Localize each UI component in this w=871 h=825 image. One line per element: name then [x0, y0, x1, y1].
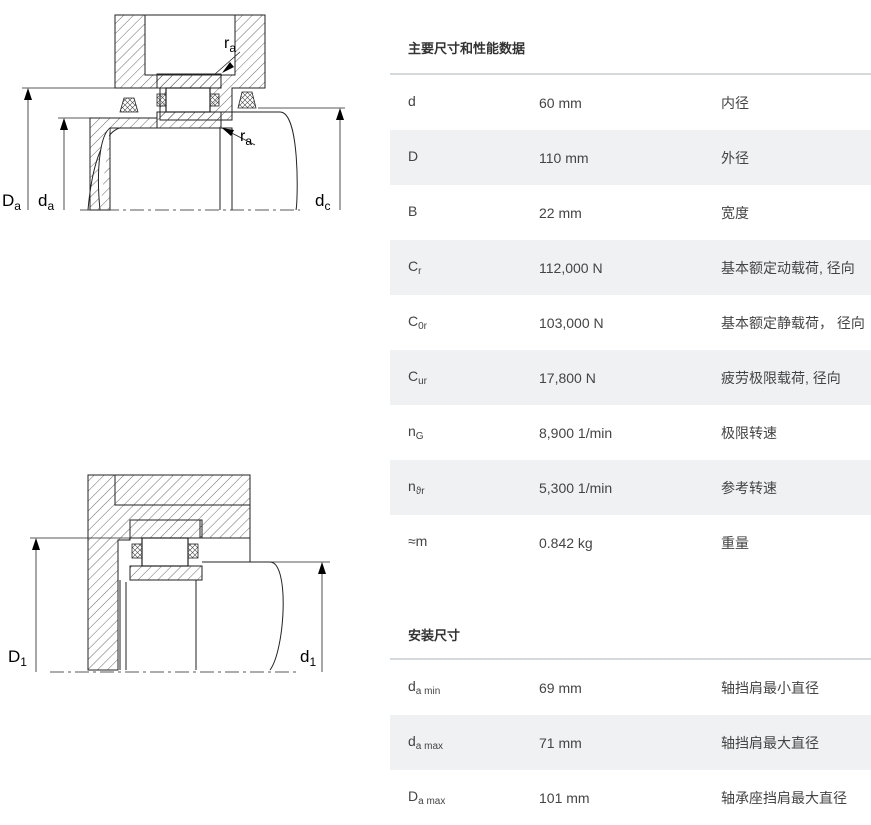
description-cell: 重量 [721, 534, 749, 551]
value-cell: 69 mm [539, 679, 582, 696]
value-cell: 8,900 1/min [539, 424, 613, 441]
description-cell: 外径 [721, 149, 749, 166]
value-cell: 17,800 N [539, 369, 596, 386]
label-dc: dc [315, 191, 330, 213]
symbol-cell: ≈m [408, 533, 428, 549]
value-cell: 101 mm [539, 789, 590, 806]
table-row: Da max 101 mm 轴承座挡肩最大直径 [390, 770, 871, 825]
table-row: da max 71 mm 轴挡肩最大直径 [390, 715, 871, 770]
description-cell: 基本额定动载荷, 径向 [721, 259, 855, 276]
value-cell: 110 mm [539, 149, 589, 166]
description-cell: 宽度 [721, 204, 749, 221]
seal-left [119, 97, 139, 113]
symbol-cell: nϑr [408, 478, 425, 497]
main-dimensions-table: d 60 mm 内径 D 110 mm 外径 B 22 mm 宽度 Cr 112… [390, 75, 871, 570]
bearing-inner-ring [129, 565, 203, 581]
label-d1: d1 [300, 647, 316, 669]
value-cell: 22 mm [539, 204, 582, 221]
table-row: C0r 103,000 N 基本额定静载荷， 径向 [390, 295, 871, 350]
bearing-mounting-drawing-bottom: D1 d1 [8, 474, 330, 673]
symbol-cell: Cur [408, 368, 428, 387]
symbol-cell: da max [408, 733, 444, 752]
description-cell: 疲劳极限载荷, 径向 [721, 369, 841, 386]
label-D1: D1 [8, 647, 27, 669]
symbol-cell: Da max [408, 788, 446, 807]
label-da: da [38, 191, 54, 213]
symbol-cell: nG [408, 423, 424, 442]
table-row: D 110 mm 外径 [390, 130, 871, 185]
table-row: B 22 mm 宽度 [390, 185, 871, 240]
table-row: d 60 mm 内径 [390, 75, 871, 130]
description-cell: 内径 [721, 94, 749, 111]
bearing-inner-ring [156, 111, 222, 129]
value-cell: 5,300 1/min [539, 479, 613, 496]
bearing-outer-ring [129, 519, 203, 539]
bearing-outer-ring [156, 73, 222, 89]
description-cell: 轴挡肩最小直径 [721, 679, 819, 696]
table-row: nϑr 5,300 1/min 参考转速 [390, 460, 871, 515]
value-cell: 60 mm [539, 94, 582, 111]
roller [156, 87, 220, 113]
spec-tables: 主要尺寸和性能数据 d 60 mm 内径 D 110 mm 外径 B 22 mm… [390, 0, 871, 825]
value-cell: 112,000 N [539, 259, 603, 276]
description-cell: 参考转速 [721, 479, 777, 496]
table-row: Cr 112,000 N 基本额定动载荷, 径向 [390, 240, 871, 295]
description-cell: 基本额定静载荷， 径向 [721, 314, 865, 331]
section-title-mounting-dimensions: 安装尺寸 [390, 570, 871, 660]
bearing-mounting-drawing-top: ra ra Da da dc [2, 14, 345, 213]
symbol-cell: d [408, 93, 416, 109]
description-cell: 极限转速 [721, 424, 777, 441]
label-Da: Da [2, 191, 21, 213]
seal-right [237, 91, 257, 109]
roller [131, 537, 199, 567]
table-row: ≈m 0.842 kg 重量 [390, 515, 871, 570]
value-cell: 0.842 kg [539, 534, 593, 551]
table-row: Cur 17,800 N 疲劳极限载荷, 径向 [390, 350, 871, 405]
table-row: da min 69 mm 轴挡肩最小直径 [390, 660, 871, 715]
symbol-cell: D [408, 148, 419, 164]
section-title-main-dimensions: 主要尺寸和性能数据 [390, 0, 871, 75]
value-cell: 71 mm [539, 734, 582, 751]
symbol-cell: Cr [408, 258, 422, 277]
label-ra-mid: ra [240, 128, 252, 148]
symbol-cell: B [408, 203, 418, 219]
mounting-dimensions-table: da min 69 mm 轴挡肩最小直径 da max 71 mm 轴挡肩最大直… [390, 660, 871, 825]
table-row: nG 8,900 1/min 极限转速 [390, 405, 871, 460]
value-cell: 103,000 N [539, 314, 604, 331]
description-cell: 轴承座挡肩最大直径 [721, 789, 847, 806]
symbol-cell: da min [408, 678, 441, 697]
symbol-cell: C0r [408, 313, 428, 332]
description-cell: 轴挡肩最大直径 [721, 734, 819, 751]
